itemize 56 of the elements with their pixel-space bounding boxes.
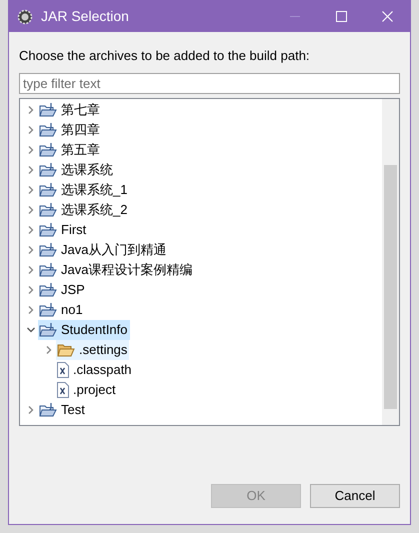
chevron-right-icon[interactable] xyxy=(26,144,36,154)
tree-item[interactable]: .classpath xyxy=(56,360,134,380)
tree-item[interactable]: 第七章 xyxy=(38,100,102,120)
project-folder-icon xyxy=(39,262,57,278)
tree-item[interactable]: 第五章 xyxy=(38,140,102,160)
tree-item[interactable]: .project xyxy=(56,380,118,400)
window-title: JAR Selection xyxy=(41,7,129,26)
minimize-icon xyxy=(290,16,300,18)
tree-item[interactable]: 选课系统 xyxy=(38,160,115,180)
chevron-right-icon[interactable] xyxy=(26,284,36,294)
tree-item[interactable]: Java从入门到精通 xyxy=(38,240,168,260)
chevron-right-icon[interactable] xyxy=(26,304,36,314)
tree-item[interactable]: First xyxy=(38,220,88,240)
project-folder-icon xyxy=(39,122,57,138)
chevron-right-icon[interactable] xyxy=(26,184,36,194)
chevron-right-icon[interactable] xyxy=(44,344,54,354)
project-folder-icon xyxy=(39,402,57,418)
tree-item[interactable]: 第四章 xyxy=(38,120,102,140)
project-folder-icon xyxy=(39,182,57,198)
tree-item[interactable]: Test xyxy=(38,400,87,420)
chevron-right-icon[interactable] xyxy=(26,244,36,254)
instruction-text: Choose the archives to be added to the build path: xyxy=(19,47,311,65)
chevron-right-icon[interactable] xyxy=(26,264,36,274)
scrollbar[interactable] xyxy=(382,98,399,424)
tree-item[interactable]: StudentInfo xyxy=(38,320,130,340)
project-folder-icon xyxy=(39,302,57,318)
project-folder-icon xyxy=(39,142,57,158)
filter-field[interactable]: type filter text xyxy=(19,72,400,94)
tree-item[interactable]: JSP xyxy=(38,280,87,300)
project-folder-icon xyxy=(39,102,57,118)
scrollbar-thumb[interactable] xyxy=(384,164,397,408)
chevron-down-icon[interactable] xyxy=(26,324,36,334)
chevron-right-icon[interactable] xyxy=(26,204,36,214)
project-folder-icon xyxy=(39,162,57,178)
project-folder-icon xyxy=(39,282,57,298)
tree-item[interactable]: Java课程设计案例精编 xyxy=(38,260,194,280)
tree-item[interactable]: 选课系统_1 xyxy=(38,180,130,200)
xml-file-icon xyxy=(57,382,69,398)
chevron-right-icon[interactable] xyxy=(26,104,36,114)
xml-file-icon xyxy=(57,362,69,378)
gear-icon xyxy=(17,8,33,24)
project-folder-icon xyxy=(39,242,57,258)
chevron-right-icon[interactable] xyxy=(26,224,36,234)
chevron-right-icon[interactable] xyxy=(26,164,36,174)
tree-item[interactable]: 选课系统_2 xyxy=(38,200,130,220)
folder-icon xyxy=(57,342,75,358)
tree-item[interactable]: no1 xyxy=(38,300,85,320)
chevron-right-icon[interactable] xyxy=(26,404,36,414)
tree-item[interactable]: .settings xyxy=(56,340,130,360)
project-folder-icon xyxy=(39,222,57,238)
maximize-icon xyxy=(336,11,346,22)
cancel-button[interactable]: Cancel xyxy=(310,484,400,508)
project-folder-icon xyxy=(39,322,57,338)
chevron-right-icon[interactable] xyxy=(26,124,36,134)
close-icon xyxy=(382,11,392,22)
project-folder-icon xyxy=(39,202,57,218)
